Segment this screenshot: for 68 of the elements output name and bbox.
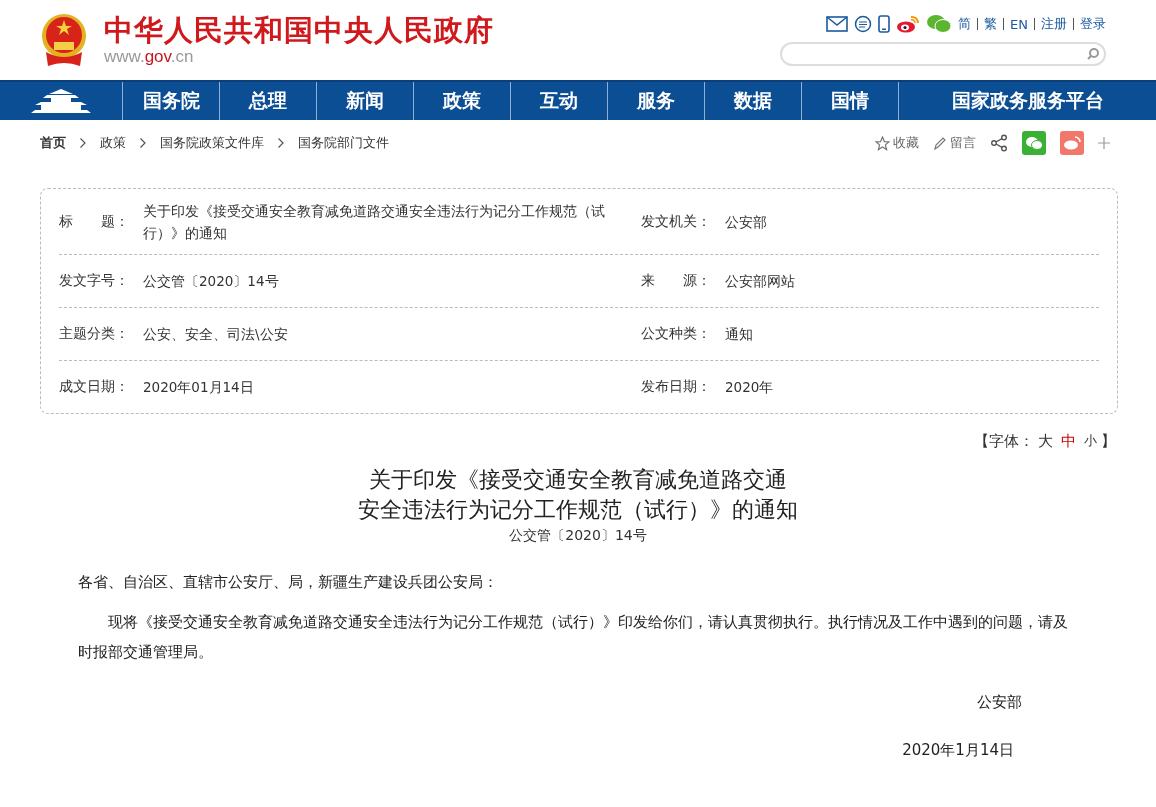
mobile-phone-icon[interactable] xyxy=(878,15,891,33)
search-icon[interactable] xyxy=(1086,47,1100,61)
chat-bubble-icon[interactable] xyxy=(854,15,873,33)
national-emblem-icon xyxy=(40,12,88,68)
star-icon[interactable] xyxy=(875,135,890,151)
signature-text: 公安部 xyxy=(977,692,1022,713)
field-label: 主题分类： xyxy=(59,325,130,343)
field-value: 公安部 xyxy=(725,212,767,232)
nav-tab[interactable]: 政策 xyxy=(414,82,511,120)
top-link[interactable]: 繁 xyxy=(984,15,998,33)
search-field[interactable] xyxy=(780,42,1106,66)
breadcrumb-link[interactable]: 国务院部门文件 xyxy=(298,134,389,152)
action-link[interactable]: 留言 xyxy=(950,134,976,152)
nav-tab[interactable]: 国家政务服务平台 xyxy=(899,82,1156,120)
action-link[interactable]: 收藏 xyxy=(893,134,919,152)
top-link[interactable]: 注册 xyxy=(1041,15,1067,33)
nav-tab[interactable]: 服务 xyxy=(608,82,705,120)
site-title: 中华人民共和国中央人民政府 xyxy=(104,13,494,47)
weibo-share-icon[interactable] xyxy=(1060,131,1084,155)
top-link[interactable]: EN xyxy=(1010,16,1028,32)
field-value: 2020年 xyxy=(725,378,774,397)
field-value: 通知 xyxy=(725,325,753,344)
field-label: 来 源： xyxy=(641,272,712,290)
breadcrumb-link[interactable]: 政策 xyxy=(100,134,126,152)
field-label: 成文日期： xyxy=(59,378,130,396)
field-label: 发布日期： xyxy=(641,378,712,396)
wechat-icon[interactable] xyxy=(926,14,953,34)
pencil-icon[interactable] xyxy=(933,135,947,151)
field-value: 公安、安全、司法\公安 xyxy=(143,325,289,344)
field-value: 2020年01月14日 xyxy=(143,378,255,397)
field-label: 标 题： xyxy=(59,212,130,231)
nav-tab[interactable]: 互动 xyxy=(511,82,608,120)
chevron-icon xyxy=(140,138,146,148)
breadcrumb-link[interactable]: 国务院政策文件库 xyxy=(160,134,264,152)
site-domain: www.gov.cn xyxy=(104,47,195,67)
nav-tab[interactable]: 国务院 xyxy=(123,82,220,120)
chevron-icon xyxy=(80,138,86,148)
field-value: 公交管〔2020〕14号 xyxy=(143,272,280,291)
top-link[interactable]: 登录 xyxy=(1080,15,1106,33)
bracket-text: 【 xyxy=(974,432,989,451)
field-label: 发文字号： xyxy=(59,272,130,290)
field-value: 关于印发《接受交通安全教育减免道路交通安全违法行为记分工作规范（试行）》的通知 xyxy=(143,201,606,243)
article-title: 安全违法行为记分工作规范（试行）》的通知 xyxy=(357,496,799,524)
font-size-option[interactable]: 中 xyxy=(1057,432,1080,451)
font-size-label: 字体： xyxy=(989,432,1034,451)
field-value: 公安部网站 xyxy=(725,272,795,291)
nav-tab[interactable]: 总理 xyxy=(220,82,317,120)
wechat-share-icon[interactable] xyxy=(1022,131,1046,155)
building-icon[interactable] xyxy=(29,88,93,114)
date-text: 2020年1月14日 xyxy=(902,740,1014,761)
breadcrumb-link[interactable]: 首页 xyxy=(40,134,66,152)
body-paragraph: 现将《接受交通安全教育减免道路交通安全违法行为记分工作规范（试行）》印发给你们，请认真贯彻执行。执行情况及工作中遇到的问题，请及时报部交通管理局。 xyxy=(78,612,1069,663)
field-label: 发文机关： xyxy=(641,212,712,231)
weibo-icon[interactable] xyxy=(896,15,921,33)
top-link[interactable]: 简 xyxy=(958,15,972,33)
nav-tab[interactable]: 国情 xyxy=(802,82,899,120)
field-label: 公文种类： xyxy=(641,325,712,343)
mail-icon[interactable] xyxy=(826,16,849,32)
font-size-option[interactable]: 小 xyxy=(1080,432,1101,451)
article-title: 关于印发《接受交通安全教育减免道路交通 xyxy=(368,466,788,494)
salutation-text: 各省、自治区、直辖市公安厅、局，新疆生产建设兵团公安局： xyxy=(78,572,499,593)
share-icon[interactable] xyxy=(990,134,1008,152)
font-size-option[interactable]: 大 xyxy=(1034,432,1057,451)
nav-tab[interactable]: 新闻 xyxy=(317,82,414,120)
bracket-text: 】 xyxy=(1101,432,1116,451)
chevron-icon xyxy=(278,138,284,148)
nav-tab[interactable]: 数据 xyxy=(705,82,802,120)
document-number: 公交管〔2020〕14号 xyxy=(508,527,648,545)
